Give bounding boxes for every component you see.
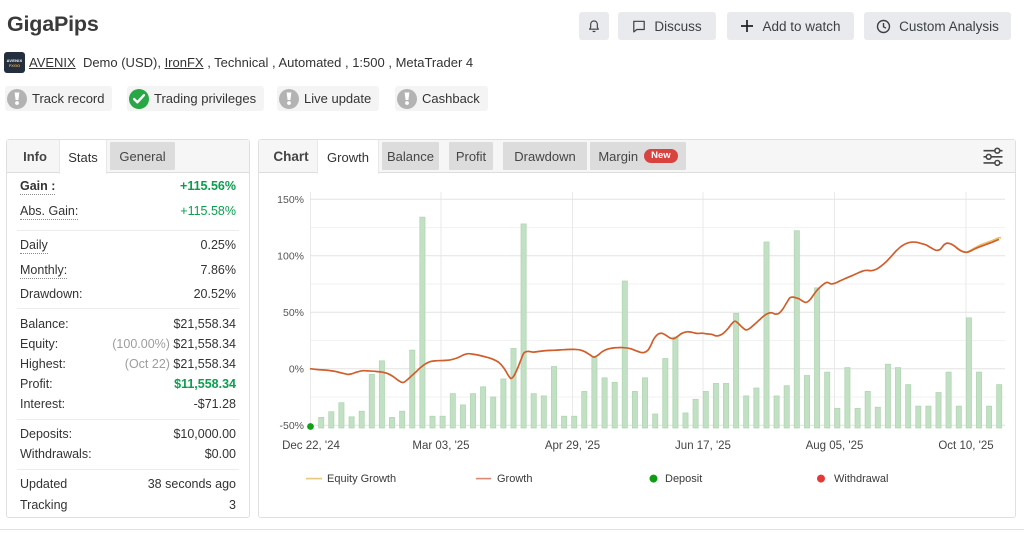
svg-text:Mar 03, '25: Mar 03, '25	[412, 440, 469, 452]
svg-text:Jun 17, '25: Jun 17, '25	[675, 440, 731, 452]
svg-text:Deposit: Deposit	[665, 473, 702, 485]
svg-text:Oct 10, '25: Oct 10, '25	[938, 440, 993, 452]
svg-text:50%: 50%	[283, 307, 304, 319]
svg-text:-50%: -50%	[279, 420, 304, 432]
svg-text:150%: 150%	[277, 194, 304, 206]
svg-text:100%: 100%	[277, 250, 304, 262]
svg-text:Growth: Growth	[497, 473, 532, 485]
svg-text:0%: 0%	[289, 363, 304, 375]
svg-text:Apr 29, '25: Apr 29, '25	[545, 440, 600, 452]
svg-text:Withdrawal: Withdrawal	[834, 473, 888, 485]
svg-text:Dec 22, '24: Dec 22, '24	[282, 440, 340, 452]
svg-text:Aug 05, '25: Aug 05, '25	[806, 440, 864, 452]
svg-text:Equity Growth: Equity Growth	[327, 473, 396, 485]
